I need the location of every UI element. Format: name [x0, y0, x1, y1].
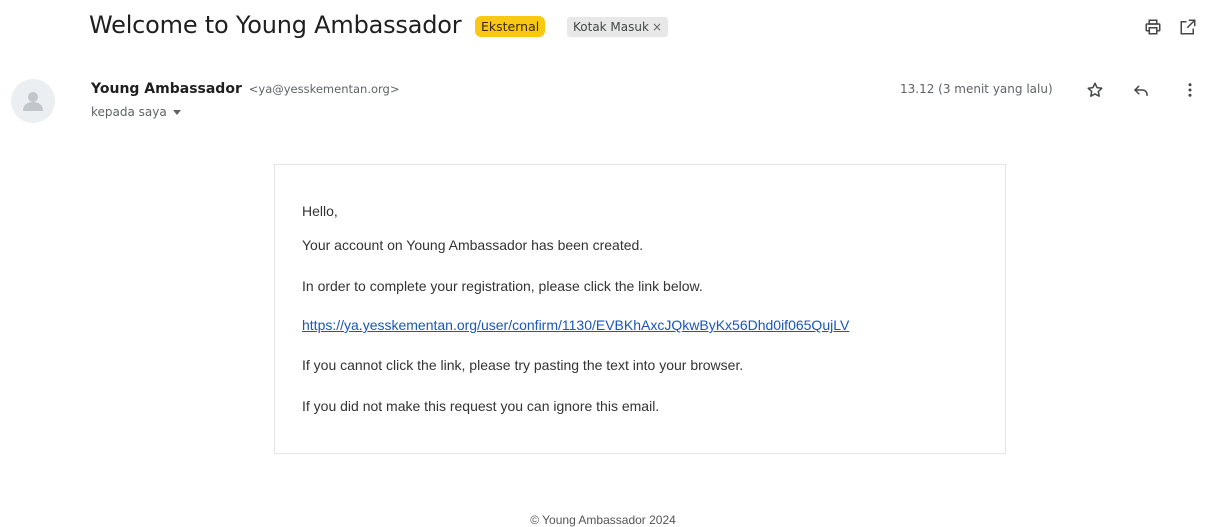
- confirmation-link[interactable]: https://ya.yesskementan.org/user/confirm…: [302, 317, 849, 333]
- chevron-down-icon: [172, 110, 181, 115]
- recipient-label: kepada saya: [91, 105, 167, 119]
- open-in-new-window-icon[interactable]: [1176, 15, 1200, 39]
- inbox-label-chip[interactable]: Kotak Masuk ×: [567, 17, 669, 37]
- sender-name[interactable]: Young Ambassador: [91, 81, 242, 97]
- email-subject: Welcome to Young Ambassador: [89, 11, 462, 39]
- sender-line: Young Ambassador <ya@yesskementan.org>: [91, 80, 400, 97]
- body-greeting: Hello,: [302, 203, 338, 219]
- body-line-paste-hint: If you cannot click the link, please try…: [302, 357, 744, 373]
- recipient-details-toggle[interactable]: kepada saya: [91, 105, 181, 119]
- more-vert-icon[interactable]: [1178, 78, 1202, 102]
- reply-icon[interactable]: [1129, 78, 1153, 102]
- subject-row: Welcome to Young Ambassador Eksternal Ko…: [0, 0, 1206, 56]
- external-badge: Eksternal: [475, 16, 546, 37]
- print-icon[interactable]: [1141, 15, 1165, 39]
- email-footer-copyright: © Young Ambassador 2024: [530, 513, 676, 527]
- body-line-ignore-note: If you did not make this request you can…: [302, 398, 660, 414]
- sender-avatar[interactable]: [11, 79, 55, 123]
- remove-label-icon[interactable]: ×: [652, 20, 662, 34]
- email-body-card: Hello, Your account on Young Ambassador …: [274, 164, 1006, 454]
- sender-email: <ya@yesskementan.org>: [248, 82, 400, 96]
- message-timestamp: 13.12 (3 menit yang lalu): [900, 82, 1053, 96]
- default-avatar-icon: [23, 92, 43, 111]
- star-icon[interactable]: [1083, 78, 1107, 102]
- body-line-account-created: Your account on Young Ambassador has bee…: [302, 237, 644, 253]
- body-line-instructions: In order to complete your registration, …: [302, 278, 703, 294]
- inbox-label-text: Kotak Masuk: [573, 20, 649, 34]
